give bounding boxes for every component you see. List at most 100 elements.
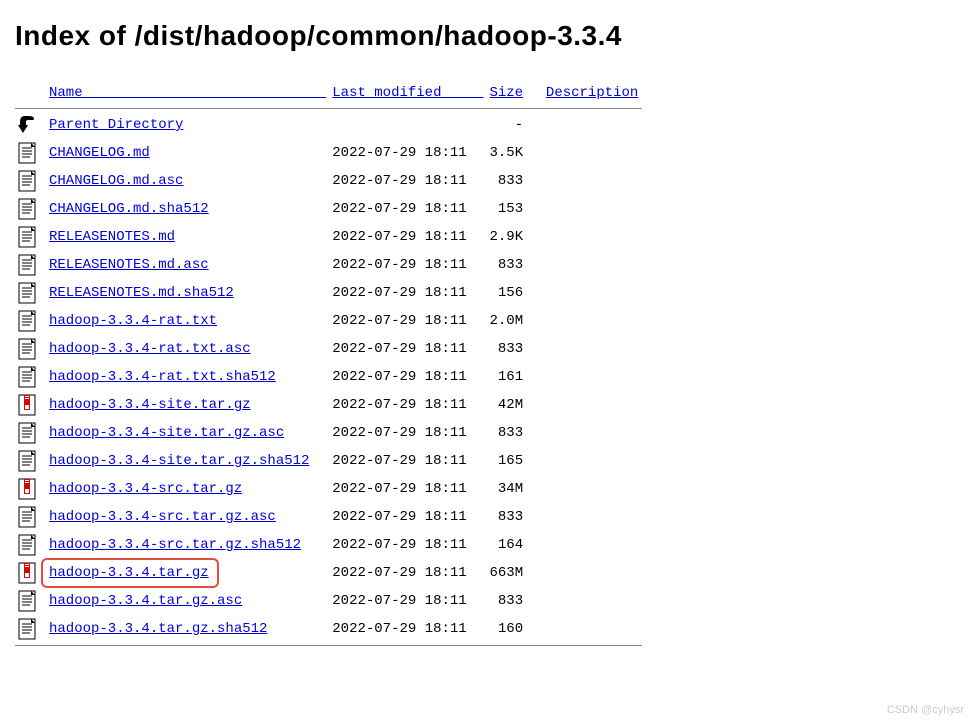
table-row: hadoop-3.3.4.tar.gz.asc 2022-07-29 18:11… [15, 587, 642, 615]
file-size: 2.0M [488, 307, 528, 335]
col-description[interactable]: Description [527, 82, 642, 106]
file-description [527, 447, 642, 475]
table-row: hadoop-3.3.4-src.tar.gz.sha512 2022-07-2… [15, 531, 642, 559]
divider [15, 645, 642, 646]
table-row: hadoop-3.3.4.tar.gz 2022-07-29 18:11 663… [15, 559, 642, 587]
blank-icon [15, 82, 47, 106]
file-modified: 2022-07-29 18:11 [330, 251, 487, 279]
file-modified: 2022-07-29 18:11 [330, 531, 487, 559]
file-link[interactable]: RELEASENOTES.md.asc [49, 257, 209, 273]
text-file-icon [15, 531, 47, 559]
file-modified: 2022-07-29 18:11 [330, 335, 487, 363]
file-name: hadoop-3.3.4.tar.gz [47, 559, 330, 587]
archive-icon [15, 391, 47, 419]
file-name: RELEASENOTES.md [47, 223, 330, 251]
file-size: 833 [488, 251, 528, 279]
file-modified: 2022-07-29 18:11 [330, 559, 487, 587]
file-description [527, 335, 642, 363]
text-file-icon [15, 195, 47, 223]
file-modified: 2022-07-29 18:11 [330, 475, 487, 503]
table-row: hadoop-3.3.4-site.tar.gz 2022-07-29 18:1… [15, 391, 642, 419]
page-title: Index of /dist/hadoop/common/hadoop-3.3.… [15, 20, 957, 52]
file-link[interactable]: hadoop-3.3.4-site.tar.gz.sha512 [49, 453, 309, 469]
file-modified: 2022-07-29 18:11 [330, 447, 487, 475]
file-size: 161 [488, 363, 528, 391]
file-link[interactable]: CHANGELOG.md [49, 145, 150, 161]
file-modified: 2022-07-29 18:11 [330, 195, 487, 223]
file-link[interactable]: RELEASENOTES.md [49, 229, 175, 245]
file-name: hadoop-3.3.4-src.tar.gz.asc [47, 503, 330, 531]
file-modified: 2022-07-29 18:11 [330, 391, 487, 419]
table-row: RELEASENOTES.md.sha512 2022-07-29 18:11 … [15, 279, 642, 307]
file-description [527, 139, 642, 167]
table-row: hadoop-3.3.4-rat.txt 2022-07-29 18:11 2.… [15, 307, 642, 335]
file-link[interactable]: hadoop-3.3.4.tar.gz [49, 565, 209, 581]
file-link[interactable]: CHANGELOG.md.asc [49, 173, 183, 189]
col-size[interactable]: Size [488, 82, 528, 106]
archive-icon [15, 475, 47, 503]
text-file-icon [15, 307, 47, 335]
text-file-icon [15, 363, 47, 391]
file-listing-table: Name Last modified Size Description Paren… [15, 82, 642, 648]
table-row: hadoop-3.3.4.tar.gz.sha512 2022-07-29 18… [15, 615, 642, 643]
file-modified: 2022-07-29 18:11 [330, 167, 487, 195]
file-size: 663M [488, 559, 528, 587]
file-size: 833 [488, 167, 528, 195]
file-modified: 2022-07-29 18:11 [330, 363, 487, 391]
file-link[interactable]: hadoop-3.3.4-rat.txt [49, 313, 217, 329]
file-description [527, 279, 642, 307]
table-row: hadoop-3.3.4-site.tar.gz.sha512 2022-07-… [15, 447, 642, 475]
file-name: RELEASENOTES.md.sha512 [47, 279, 330, 307]
file-description [527, 587, 642, 615]
file-name: Parent Directory [47, 111, 330, 139]
file-link[interactable]: hadoop-3.3.4.tar.gz.sha512 [49, 621, 267, 637]
file-name: hadoop-3.3.4-site.tar.gz.sha512 [47, 447, 330, 475]
file-link[interactable]: hadoop-3.3.4.tar.gz.asc [49, 593, 242, 609]
file-description [527, 615, 642, 643]
file-name: hadoop-3.3.4-site.tar.gz [47, 391, 330, 419]
file-link[interactable]: hadoop-3.3.4-site.tar.gz [49, 397, 251, 413]
file-size: - [488, 111, 528, 139]
file-link[interactable]: Parent Directory [49, 117, 183, 133]
table-row: RELEASENOTES.md.asc 2022-07-29 18:11 833 [15, 251, 642, 279]
file-description [527, 307, 642, 335]
file-size: 2.9K [488, 223, 528, 251]
text-file-icon [15, 503, 47, 531]
file-name: RELEASENOTES.md.asc [47, 251, 330, 279]
file-modified: 2022-07-29 18:11 [330, 615, 487, 643]
text-file-icon [15, 587, 47, 615]
file-link[interactable]: hadoop-3.3.4-rat.txt.asc [49, 341, 251, 357]
file-link[interactable]: hadoop-3.3.4-src.tar.gz.asc [49, 509, 276, 525]
file-link[interactable]: CHANGELOG.md.sha512 [49, 201, 209, 217]
divider [15, 108, 642, 109]
col-name[interactable]: Name [47, 82, 330, 106]
file-size: 156 [488, 279, 528, 307]
file-name: hadoop-3.3.4-rat.txt.asc [47, 335, 330, 363]
file-size: 3.5K [488, 139, 528, 167]
file-size: 34M [488, 475, 528, 503]
text-file-icon [15, 419, 47, 447]
file-link[interactable]: hadoop-3.3.4-src.tar.gz [49, 481, 242, 497]
col-modified[interactable]: Last modified [330, 82, 487, 106]
text-file-icon [15, 223, 47, 251]
table-row: hadoop-3.3.4-rat.txt.asc 2022-07-29 18:1… [15, 335, 642, 363]
file-description [527, 195, 642, 223]
file-link[interactable]: hadoop-3.3.4-rat.txt.sha512 [49, 369, 276, 385]
file-modified: 2022-07-29 18:11 [330, 307, 487, 335]
file-modified [330, 111, 487, 139]
file-description [527, 363, 642, 391]
file-size: 833 [488, 419, 528, 447]
file-link[interactable]: hadoop-3.3.4-src.tar.gz.sha512 [49, 537, 301, 553]
file-link[interactable]: RELEASENOTES.md.sha512 [49, 285, 234, 301]
file-modified: 2022-07-29 18:11 [330, 503, 487, 531]
text-file-icon [15, 447, 47, 475]
file-size: 42M [488, 391, 528, 419]
file-size: 833 [488, 587, 528, 615]
file-name: hadoop-3.3.4.tar.gz.sha512 [47, 615, 330, 643]
file-size: 153 [488, 195, 528, 223]
file-name: hadoop-3.3.4-src.tar.gz.sha512 [47, 531, 330, 559]
file-description [527, 559, 642, 587]
file-link[interactable]: hadoop-3.3.4-site.tar.gz.asc [49, 425, 284, 441]
file-modified: 2022-07-29 18:11 [330, 223, 487, 251]
file-name: hadoop-3.3.4.tar.gz.asc [47, 587, 330, 615]
